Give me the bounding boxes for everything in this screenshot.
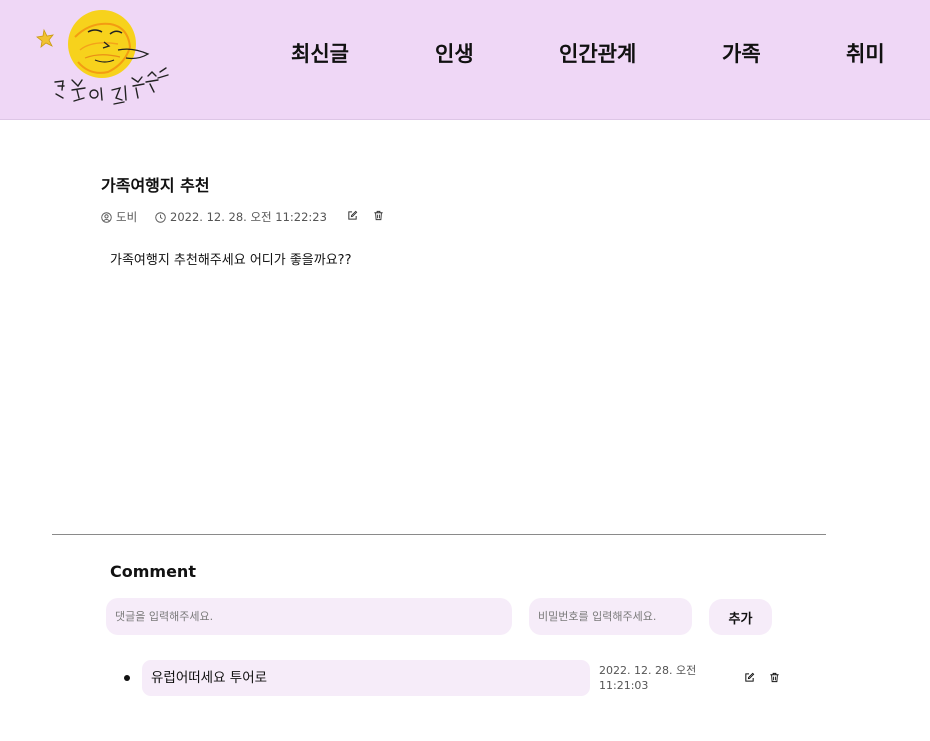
post-body: 가족여행지 추천해주세요 어디가 좋을까요?? [110, 253, 352, 268]
list-bullet [124, 675, 130, 681]
site-logo[interactable] [30, 2, 175, 114]
password-input[interactable] [529, 598, 692, 635]
comment-date: 2022. 12. 28. 오전 11:21:03 [599, 663, 709, 693]
post-edit-button[interactable] [346, 209, 359, 222]
comment-edit-button[interactable] [743, 671, 756, 684]
nav-life[interactable]: 인생 [435, 38, 474, 68]
post-title: 가족여행지 추천 [101, 176, 210, 195]
nav-latest[interactable]: 최신글 [291, 38, 349, 68]
site-header: 최신글 인생 인간관계 가족 취미 [0, 0, 930, 120]
section-divider [52, 534, 826, 535]
post-author: 도비 [101, 209, 137, 225]
user-circle-icon [101, 211, 112, 223]
nav-hobby[interactable]: 취미 [846, 38, 885, 68]
nav-family[interactable]: 가족 [722, 38, 761, 68]
post-date-text: 2022. 12. 28. 오전 11:22:23 [170, 210, 327, 224]
comment-delete-button[interactable] [768, 671, 781, 684]
logo-face [68, 10, 150, 78]
comment-text: 유럽어떠세요 투어로 [142, 660, 590, 696]
edit-icon [745, 672, 755, 682]
sparkle-icon [36, 28, 54, 48]
trash-icon [374, 210, 383, 221]
comment-date-line2: 11:21:03 [599, 679, 649, 692]
comment-heading: Comment [110, 562, 196, 581]
comment-input[interactable] [106, 598, 512, 635]
edit-icon [348, 210, 358, 220]
post-delete-button[interactable] [372, 209, 385, 222]
clock-icon [155, 211, 166, 223]
author-name: 도비 [116, 210, 138, 224]
add-comment-button[interactable]: 추가 [709, 599, 772, 635]
comment-date-line1: 2022. 12. 28. 오전 [599, 664, 697, 677]
nav-relationships[interactable]: 인간관계 [559, 38, 636, 68]
trash-icon [770, 672, 779, 683]
post-datetime: 2022. 12. 28. 오전 11:22:23 [155, 209, 327, 225]
